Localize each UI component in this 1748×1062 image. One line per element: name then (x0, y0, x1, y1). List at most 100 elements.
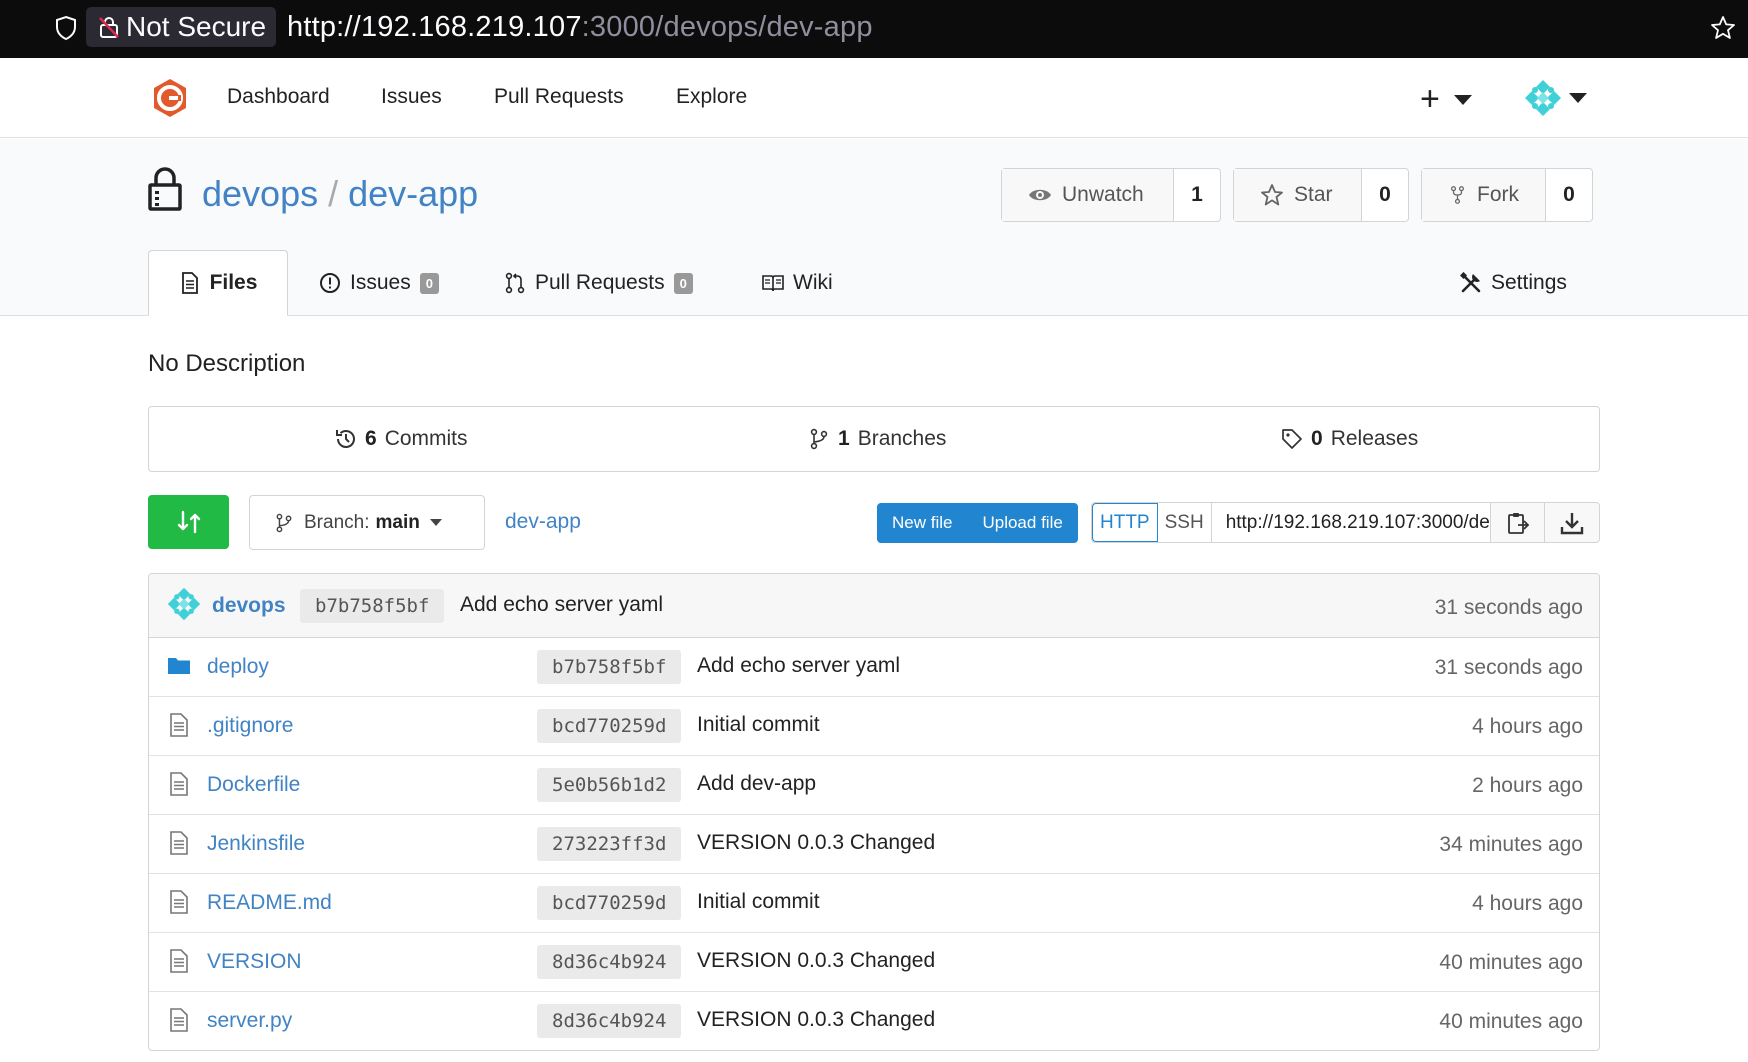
nav-issues[interactable]: Issues (381, 85, 442, 109)
watch-count[interactable]: 1 (1174, 169, 1220, 221)
commit-sha-link[interactable]: b7b758f5bf (300, 589, 445, 623)
tab-settings[interactable]: Settings (1460, 250, 1567, 316)
lock-icon (148, 167, 182, 211)
star-label: Star (1294, 183, 1333, 206)
table-row: README.md bcd770259d Initial commit 4 hours… (149, 874, 1599, 933)
commit-message-link[interactable]: Initial commit (697, 713, 820, 737)
commits-link[interactable]: 6 Commits (335, 427, 468, 451)
nav-dashboard[interactable]: Dashboard (227, 85, 330, 109)
compare-icon (177, 510, 200, 534)
url-host: http://192.168.219.107 (287, 11, 582, 43)
branches-link[interactable]: 1 Branches (808, 427, 946, 451)
file-list-table: devops b7b758f5bf Add echo server yaml 3… (148, 573, 1600, 1051)
file-icon (170, 831, 188, 855)
commit-message-link[interactable]: Initial commit (697, 890, 820, 914)
repo-name-link[interactable]: dev-app (348, 173, 478, 214)
http-clone-toggle[interactable]: HTTP (1092, 503, 1158, 542)
tab-wiki[interactable]: Wiki (762, 250, 833, 316)
tab-issues[interactable]: Issues 0 (319, 250, 439, 316)
commit-age: 31 seconds ago (1434, 596, 1583, 619)
file-name-link[interactable]: README.md (207, 891, 332, 915)
star-button-group: Star 0 (1233, 168, 1409, 222)
table-row: .gitignore bcd770259d Initial commit 4 hour… (149, 697, 1599, 756)
browser-address-bar: Not Secure http://192.168.219.107:3000/d… (0, 0, 1748, 58)
history-icon (336, 430, 355, 448)
repo-title: devops / dev-app (202, 173, 478, 215)
branch-dropdown[interactable]: Branch: main (249, 495, 485, 550)
plus-icon: + (1420, 80, 1440, 118)
repo-owner-link[interactable]: devops (202, 173, 318, 214)
file-name-link[interactable]: Jenkinsfile (207, 832, 305, 856)
avatar[interactable] (166, 586, 202, 622)
unwatch-button[interactable]: Unwatch (1002, 169, 1174, 221)
commit-message-link[interactable]: Add echo server yaml (697, 654, 900, 678)
new-file-button[interactable]: New file (877, 503, 967, 543)
url-field[interactable]: http://192.168.219.107:3000/devops/dev-a… (287, 8, 873, 46)
create-new-menu[interactable]: + (1420, 80, 1472, 119)
nav-explore[interactable]: Explore (676, 85, 747, 109)
commit-age: 34 minutes ago (1439, 833, 1583, 856)
avatar (1523, 78, 1563, 118)
commit-sha-link[interactable]: b7b758f5bf (537, 650, 682, 684)
top-navigation: Dashboard Issues Pull Requests Explore + (0, 58, 1748, 138)
commit-sha-link[interactable]: 273223ff3d (537, 827, 682, 861)
commit-sha-link[interactable]: 5e0b56b1d2 (537, 768, 682, 802)
table-row: deploy b7b758f5bf Add echo server yaml 31 s… (149, 638, 1599, 697)
ssh-clone-toggle[interactable]: SSH (1158, 503, 1212, 542)
tab-wiki-label: Wiki (793, 271, 833, 294)
releases-link[interactable]: 0 Releases (1281, 427, 1418, 451)
path-breadcrumb[interactable]: dev-app (505, 510, 581, 534)
file-name-link[interactable]: Dockerfile (207, 773, 300, 797)
commit-message-link[interactable]: VERSION 0.0.3 Changed (697, 1008, 935, 1032)
upload-file-button[interactable]: Upload file (967, 503, 1077, 543)
user-menu[interactable] (1523, 78, 1587, 118)
file-name-link[interactable]: server.py (207, 1009, 292, 1033)
commit-author-link[interactable]: devops (212, 594, 286, 618)
issue-icon (320, 273, 340, 293)
fork-count[interactable]: 0 (1546, 169, 1592, 221)
tab-pull-requests[interactable]: Pull Requests 0 (504, 250, 693, 316)
chevron-down-icon (429, 519, 442, 526)
issues-count-badge: 0 (419, 272, 439, 294)
download-archive-button[interactable] (1545, 503, 1599, 542)
nav-pull-requests[interactable]: Pull Requests (494, 85, 624, 109)
fork-button-group: Fork 0 (1421, 168, 1593, 222)
commit-sha-link[interactable]: bcd770259d (537, 709, 682, 743)
commit-sha-link[interactable]: 8d36c4b924 (537, 1004, 682, 1038)
repo-header: devops / dev-app Unwatch 1 Star 0 Fork 0 F… (0, 139, 1748, 316)
copy-clone-url-button[interactable] (1491, 503, 1545, 542)
star-button[interactable]: Star (1234, 169, 1362, 221)
repo-title-separator: / (328, 173, 339, 214)
commit-sha-link[interactable]: bcd770259d (537, 886, 682, 920)
commit-message-link[interactable]: VERSION 0.0.3 Changed (697, 949, 935, 973)
fork-icon (1451, 186, 1464, 204)
commit-message-link[interactable]: VERSION 0.0.3 Changed (697, 831, 935, 855)
tab-settings-label: Settings (1491, 271, 1567, 294)
clone-panel: HTTP SSH http://192.168.219.107:3000/dev… (1091, 502, 1600, 543)
commit-message-link[interactable]: Add dev-app (697, 772, 816, 796)
table-row: VERSION 8d36c4b924 VERSION 0.0.3 Changed 40… (149, 933, 1599, 992)
star-count[interactable]: 0 (1362, 169, 1408, 221)
star-icon (1261, 184, 1283, 206)
download-icon (1560, 512, 1584, 534)
not-secure-indicator[interactable]: Not Secure (86, 7, 277, 47)
tools-icon (1460, 272, 1481, 293)
branches-label: Branches (857, 427, 947, 450)
commit-age: 40 minutes ago (1439, 951, 1583, 974)
chevron-down-icon (1453, 94, 1472, 105)
commits-count: 6 (365, 427, 377, 450)
clone-url-input[interactable]: http://192.168.219.107:3000/devops/dev-a… (1212, 503, 1491, 542)
commit-age: 2 hours ago (1472, 774, 1583, 797)
fork-button[interactable]: Fork (1422, 169, 1546, 221)
commit-age: 31 seconds ago (1434, 656, 1583, 679)
shield-icon[interactable] (54, 15, 78, 41)
file-name-link[interactable]: .gitignore (207, 714, 293, 738)
gitea-logo-icon[interactable] (150, 78, 190, 118)
pull-request-icon (505, 272, 525, 294)
tab-files[interactable]: Files (148, 250, 288, 316)
commit-sha-link[interactable]: 8d36c4b924 (537, 945, 682, 979)
bookmark-star-icon[interactable] (1710, 15, 1736, 41)
compare-button[interactable] (148, 495, 229, 549)
file-name-link[interactable]: deploy (207, 655, 269, 679)
file-name-link[interactable]: VERSION (207, 950, 302, 974)
